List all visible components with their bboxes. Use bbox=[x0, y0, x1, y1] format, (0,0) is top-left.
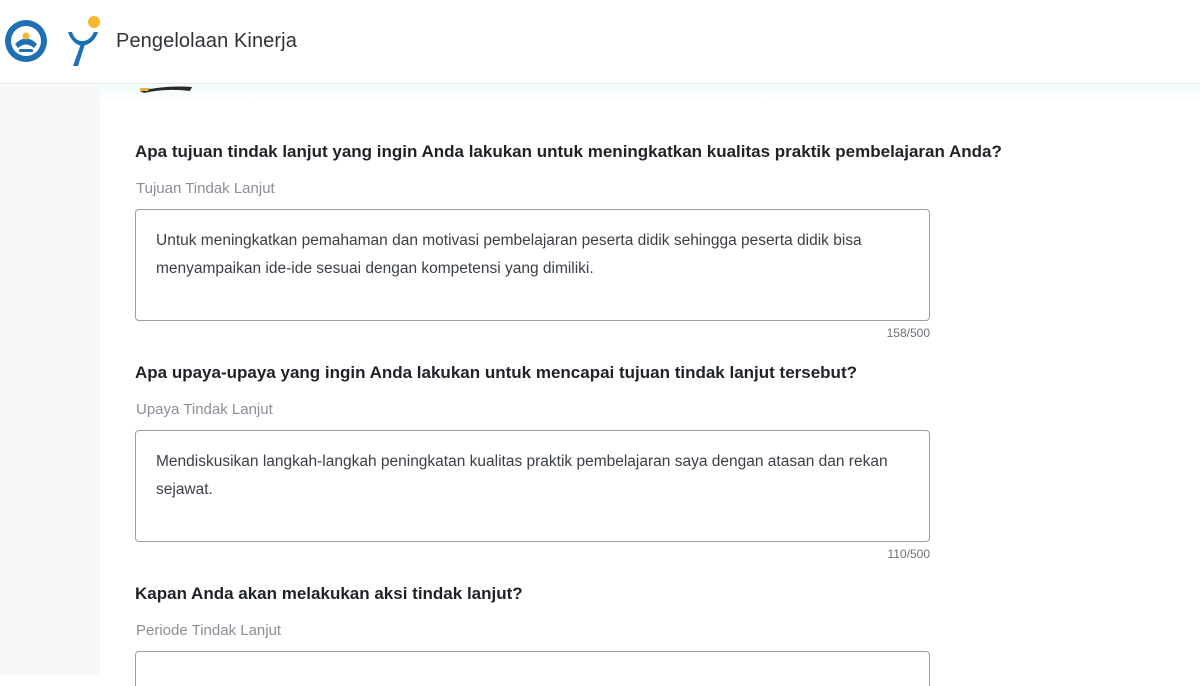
kemdikbud-logo-icon[interactable] bbox=[4, 19, 48, 63]
counter-upaya: 110/500 bbox=[887, 547, 931, 561]
question-periode: Kapan Anda akan melakukan aksi tindak la… bbox=[135, 584, 523, 603]
left-gutter bbox=[0, 85, 100, 675]
merdeka-mengajar-logo-icon[interactable] bbox=[64, 14, 104, 68]
label-tujuan-tindak-lanjut: Tujuan Tindak Lanjut bbox=[136, 180, 275, 197]
question-upaya: Apa upaya-upaya yang ingin Anda lakukan … bbox=[135, 363, 857, 382]
banner-strip bbox=[100, 85, 1200, 103]
counter-tujuan: 158/500 bbox=[886, 326, 930, 340]
select-periode-tindak-lanjut[interactable] bbox=[135, 651, 930, 686]
label-upaya-tindak-lanjut: Upaya Tindak Lanjut bbox=[136, 401, 273, 418]
top-navigation-bar: Pengelolaan Kinerja bbox=[0, 0, 1200, 84]
textarea-upaya-value: Mendiskusikan langkah-langkah peningkata… bbox=[156, 453, 888, 498]
question-tujuan: Apa tujuan tindak lanjut yang ingin Anda… bbox=[135, 142, 1002, 161]
app-title: Pengelolaan Kinerja bbox=[116, 30, 297, 52]
textarea-upaya-tindak-lanjut[interactable]: Mendiskusikan langkah-langkah peningkata… bbox=[135, 430, 930, 542]
textarea-tujuan-value: Untuk meningkatkan pemahaman dan motivas… bbox=[156, 232, 862, 277]
label-periode-tindak-lanjut: Periode Tindak Lanjut bbox=[136, 622, 282, 639]
textarea-tujuan-tindak-lanjut[interactable]: Untuk meningkatkan pemahaman dan motivas… bbox=[135, 209, 930, 321]
banner-decoration-icon bbox=[140, 86, 192, 93]
